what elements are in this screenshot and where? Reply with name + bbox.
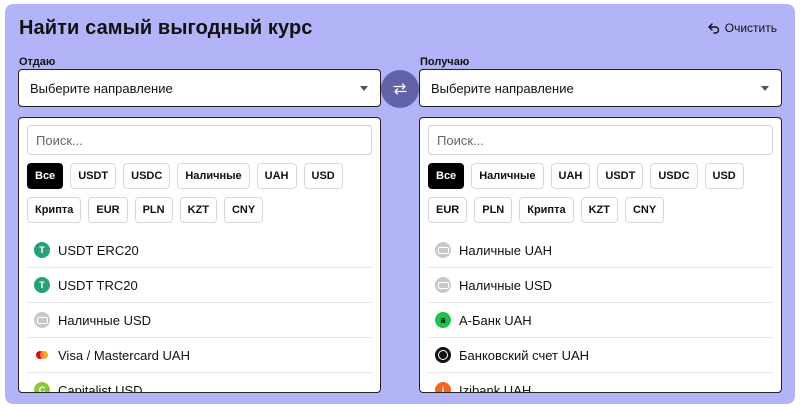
filter-chip[interactable]: PLN	[474, 197, 513, 223]
give-search-input[interactable]	[27, 125, 372, 155]
get-select-value: Выберите направление	[431, 80, 574, 96]
item-label: Наличные USD	[459, 277, 553, 293]
filter-chip[interactable]: UAH	[256, 163, 297, 189]
filter-chip[interactable]: Наличные	[471, 163, 544, 189]
item-label: Банковский счет UAH	[459, 347, 590, 363]
filter-chip[interactable]: USD	[303, 163, 343, 189]
item-label: Capitalist USD	[58, 382, 143, 393]
undo-icon	[708, 23, 719, 34]
filter-chip[interactable]: Крипта	[27, 197, 82, 223]
filter-chip[interactable]: Крипта	[519, 197, 574, 223]
filter-chip[interactable]: EUR	[88, 197, 128, 223]
list-item[interactable]: Банковский счет UAH	[428, 338, 773, 373]
list-item[interactable]: C Capitalist USD	[27, 373, 372, 393]
chevron-down-icon	[761, 86, 769, 91]
filter-chip[interactable]: UAH	[550, 163, 591, 189]
filter-chip[interactable]: Все	[27, 163, 64, 189]
capitalist-icon: C	[34, 382, 50, 392]
list-item[interactable]: i Izibank UAH	[428, 373, 773, 393]
give-list: Все USDT USDC Наличные UAH USD Крипта EU…	[18, 117, 381, 393]
filter-chip[interactable]: USDC	[650, 163, 698, 189]
get-direction-select[interactable]: Выберите направление	[419, 69, 782, 107]
get-label: Получаю	[420, 56, 470, 68]
list-item[interactable]: Наличные USD	[27, 303, 372, 338]
filter-chip[interactable]: USD	[704, 163, 744, 189]
list-item[interactable]: a A-Банк UAH	[428, 303, 773, 338]
filter-chip[interactable]: CNY	[223, 197, 264, 223]
list-item[interactable]: T USDT TRC20	[27, 268, 372, 303]
give-filters: Все USDT USDC Наличные UAH USD Крипта EU…	[27, 163, 372, 223]
list-item[interactable]: Наличные USD	[428, 268, 773, 303]
page-title: Найти самый выгодный курс	[19, 17, 313, 39]
item-label: Izibank UAH	[459, 382, 532, 393]
cash-icon	[435, 277, 451, 293]
clear-button[interactable]: Очистить	[708, 21, 777, 35]
give-select-value: Выберите направление	[30, 80, 173, 96]
item-label: USDT ERC20	[58, 242, 139, 258]
filter-chip[interactable]: CNY	[624, 197, 665, 223]
item-label: Наличные USD	[58, 312, 152, 328]
filter-chip[interactable]: Наличные	[177, 163, 250, 189]
item-label: Visa / Mastercard UAH	[58, 347, 190, 363]
get-currency-list: Наличные UAH Наличные USD a A-Банк UAH Б…	[428, 233, 773, 393]
tether-icon: T	[34, 242, 50, 258]
exchange-panel: Найти самый выгодный курс Очистить Отдаю…	[5, 4, 795, 404]
get-filters: Все Наличные UAH USDT USDC USD EUR PLN К…	[428, 163, 773, 223]
bank-icon	[435, 347, 451, 363]
filter-chip[interactable]: USDC	[123, 163, 171, 189]
swap-button[interactable]	[381, 70, 419, 108]
give-currency-list: T USDT ERC20 T USDT TRC20 Наличные USD V…	[27, 233, 372, 393]
swap-arrows-icon	[393, 83, 407, 95]
card-icon	[34, 347, 50, 363]
item-label: USDT TRC20	[58, 277, 138, 293]
abank-icon: a	[435, 312, 451, 328]
filter-chip[interactable]: KZT	[179, 197, 217, 223]
filter-chip[interactable]: USDT	[70, 163, 117, 189]
give-direction-select[interactable]: Выберите направление	[18, 69, 381, 107]
get-search-input[interactable]	[428, 125, 773, 155]
list-item[interactable]: T USDT ERC20	[27, 233, 372, 268]
tether-icon: T	[34, 277, 50, 293]
filter-chip[interactable]: EUR	[428, 197, 468, 223]
list-item[interactable]: Visa / Mastercard UAH	[27, 338, 372, 373]
list-item[interactable]: Наличные UAH	[428, 233, 773, 268]
filter-chip[interactable]: USDT	[597, 163, 644, 189]
get-list: Все Наличные UAH USDT USDC USD EUR PLN К…	[419, 117, 782, 393]
cash-icon	[435, 242, 451, 258]
item-label: A-Банк UAH	[459, 312, 532, 328]
chevron-down-icon	[360, 86, 368, 91]
filter-chip[interactable]: PLN	[134, 197, 173, 223]
filter-chip[interactable]: Все	[428, 163, 465, 189]
item-label: Наличные UAH	[459, 242, 553, 258]
izibank-icon: i	[435, 382, 451, 392]
clear-label: Очистить	[724, 21, 777, 35]
give-label: Отдаю	[19, 56, 56, 68]
cash-icon	[34, 312, 50, 328]
filter-chip[interactable]: KZT	[580, 197, 618, 223]
